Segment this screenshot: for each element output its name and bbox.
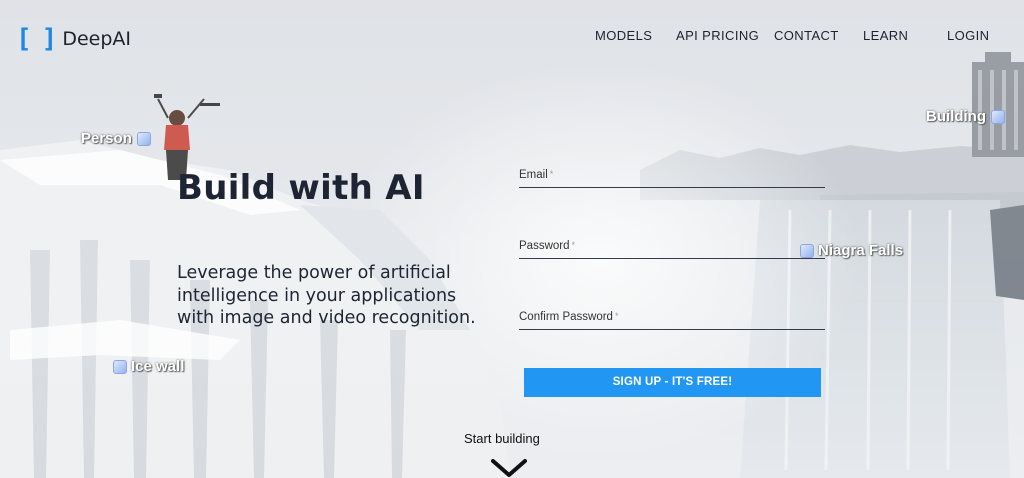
password-field-wrapper: Password * xyxy=(519,237,825,259)
start-building-label: Start building xyxy=(464,431,540,446)
nav-contact[interactable]: CONTACT xyxy=(774,28,839,43)
email-field-wrapper: Email * xyxy=(519,166,825,188)
brand-name: DeepAI xyxy=(62,28,131,50)
detection-marker-icon xyxy=(136,131,151,146)
object-label-text: Person xyxy=(81,130,132,147)
password-field[interactable] xyxy=(519,237,825,258)
confirm-password-field[interactable] xyxy=(519,308,825,329)
detection-marker-icon xyxy=(113,359,127,374)
object-label-text: Niagra Falls xyxy=(818,242,904,259)
deepai-logo[interactable]: [] DeepAI xyxy=(16,26,131,52)
bracket-logo-icon: [] xyxy=(16,24,58,54)
detection-marker-icon xyxy=(991,109,1005,124)
signup-button[interactable]: SIGN UP - IT'S FREE! xyxy=(524,368,821,397)
nav-models[interactable]: MODELS xyxy=(595,28,652,43)
object-label-ice-wall: Ice wall xyxy=(113,358,184,375)
object-label-building: Building xyxy=(926,108,1005,125)
nav-learn[interactable]: LEARN xyxy=(863,28,908,43)
nav-login[interactable]: LOGIN xyxy=(947,28,989,43)
confirm-password-field-wrapper: Confirm Password * xyxy=(519,308,825,330)
email-field[interactable] xyxy=(519,166,825,187)
nav-api-pricing[interactable]: API PRICING xyxy=(676,28,759,43)
object-label-person: Person xyxy=(81,130,151,147)
chevron-down-icon[interactable] xyxy=(490,458,530,478)
object-label-text: Ice wall xyxy=(131,358,185,375)
hero-subtitle: Leverage the power of artificial intelli… xyxy=(177,263,476,328)
hero-title: Build with AI xyxy=(177,168,425,208)
object-label-text: Building xyxy=(926,108,986,125)
hero-background xyxy=(0,0,1024,478)
